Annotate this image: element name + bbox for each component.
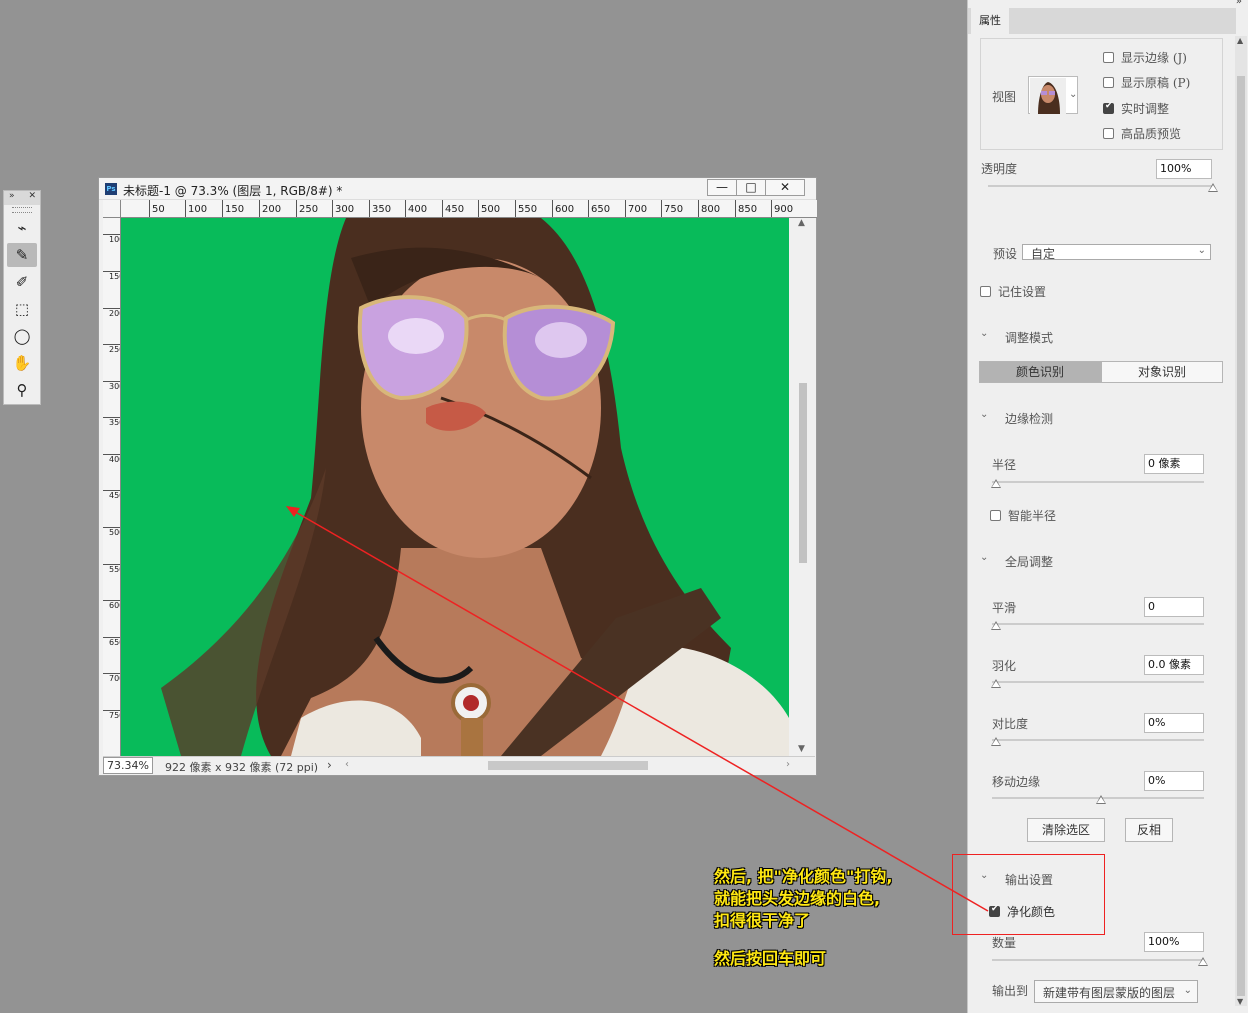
highlight-box xyxy=(952,854,1105,935)
annotation-line: 然后, 把"净化颜色"打钩, xyxy=(714,867,893,886)
annotation-line: 然后按回车即可 xyxy=(714,949,827,968)
annotation-line: 扣得很干净了 xyxy=(714,911,811,930)
annotation-line: 就能把头发边缘的白色, xyxy=(714,889,881,908)
annotation-note: 然后, 把"净化颜色"打钩, 就能把头发边缘的白色, 扣得很干净了 然后按回车即… xyxy=(714,866,954,970)
